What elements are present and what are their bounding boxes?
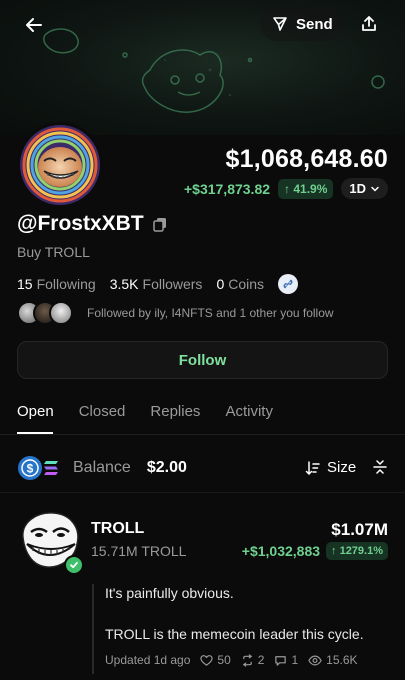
tabs-divider <box>0 434 405 435</box>
time-range-select[interactable]: 1D <box>341 178 388 199</box>
holding-token-amount: 15.71M TROLL <box>91 543 187 559</box>
followed-by-row[interactable]: Followed by ily, I4NFTS and 1 other you … <box>17 301 334 325</box>
eye-icon <box>308 655 322 665</box>
holding-value: $1.07M <box>331 520 388 539</box>
holding-change-badge: ↑ 1279.1% <box>326 542 388 560</box>
collapse-icon[interactable] <box>372 459 388 475</box>
share-button[interactable] <box>352 7 386 41</box>
followers-count: 3.5K <box>109 276 139 292</box>
profile-stats: 15 Following 3.5K Followers 0 Coins <box>17 274 299 294</box>
following-count: 15 <box>17 276 33 292</box>
tab-replies[interactable]: Replies <box>150 403 200 420</box>
followers-stat[interactable]: 3.5K Followers <box>110 276 203 292</box>
profile-handle-row: @FrostxXBT <box>17 212 168 236</box>
holding-token-name[interactable]: TROLL <box>91 520 144 538</box>
coins-stat[interactable]: 0 Coins <box>216 276 264 292</box>
copy-icon[interactable] <box>152 216 168 232</box>
section-divider <box>0 492 405 493</box>
arrow-left-icon <box>26 18 42 32</box>
share-icon <box>362 16 376 31</box>
like-button[interactable]: 50 <box>200 653 231 667</box>
profile-handle: @FrostxXBT <box>17 212 144 235</box>
profile-bio: Buy TROLL <box>17 244 90 260</box>
banner-art <box>43 28 385 113</box>
repost-button[interactable]: 2 <box>241 653 265 667</box>
repost-icon <box>242 653 252 667</box>
sort-label: Size <box>327 459 357 476</box>
position-tabs: Open Closed Replies Activity <box>17 403 273 420</box>
following-label: Following <box>36 276 96 292</box>
profile-avatar <box>17 122 103 208</box>
portfolio-change-row: +$317,873.82 ↑ 41.9% 1D <box>184 178 388 199</box>
mutual-avatars <box>17 301 73 325</box>
balance-row: $ Balance $2.00 <box>17 455 187 481</box>
comment-button[interactable]: 1 <box>274 653 298 667</box>
follow-button[interactable]: Follow <box>17 341 388 379</box>
send-label: Send <box>296 15 333 33</box>
balance-label: Balance <box>73 459 131 476</box>
mutual-avatar-3 <box>49 301 73 325</box>
followers-label: Followers <box>142 276 203 292</box>
send-icon <box>273 17 287 31</box>
time-range-value: 1D <box>349 181 366 196</box>
chevron-down-icon <box>371 186 379 192</box>
like-count: 50 <box>217 653 231 667</box>
comment-count: 1 <box>291 653 299 667</box>
coins-label: Coins <box>228 276 265 292</box>
tab-closed[interactable]: Closed <box>79 403 126 420</box>
post-text-line-2: TROLL is the memecoin leader this cycle. <box>105 626 364 642</box>
troll-face-avatar-image <box>20 125 100 205</box>
thread-line <box>92 584 94 674</box>
tab-open[interactable]: Open <box>17 403 54 420</box>
sort-icon <box>305 460 320 475</box>
repost-count: 2 <box>257 653 265 667</box>
portfolio-value: $1,068,648.60 <box>225 145 388 173</box>
verified-badge-icon <box>64 555 84 575</box>
tab-activity[interactable]: Activity <box>225 403 273 420</box>
heart-icon <box>200 654 214 666</box>
usdc-solana-icon: $ <box>17 455 63 481</box>
send-button[interactable]: Send <box>260 7 342 41</box>
post-text-line-1: It's painfully obvious. <box>105 585 234 601</box>
portfolio-change-badge: ↑ 41.9% <box>278 178 334 199</box>
views-count: 15.6K <box>326 653 358 667</box>
balance-value: $2.00 <box>146 459 187 476</box>
sort-by-size-button[interactable]: Size <box>305 459 356 476</box>
post-updated: Updated 1d ago <box>105 653 191 667</box>
back-button[interactable] <box>17 8 51 42</box>
post-meta: Updated 1d ago 50 2 1 15.6K <box>105 653 358 667</box>
coins-count: 0 <box>216 276 225 292</box>
comment-icon <box>275 655 287 666</box>
portfolio-change-amount: +$317,873.82 <box>183 180 271 197</box>
views-stat: 15.6K <box>308 653 358 667</box>
holding-change-row: +$1,032,883 ↑ 1279.1% <box>242 542 388 560</box>
link-chain-icon[interactable] <box>278 274 299 294</box>
following-stat[interactable]: 15 Following <box>17 276 96 292</box>
profile-banner: Send <box>0 0 405 135</box>
followed-by-text: Followed by ily, I4NFTS and 1 other you … <box>87 306 334 320</box>
holding-change-amount: +$1,032,883 <box>241 543 321 559</box>
svg-text:$: $ <box>27 462 34 476</box>
